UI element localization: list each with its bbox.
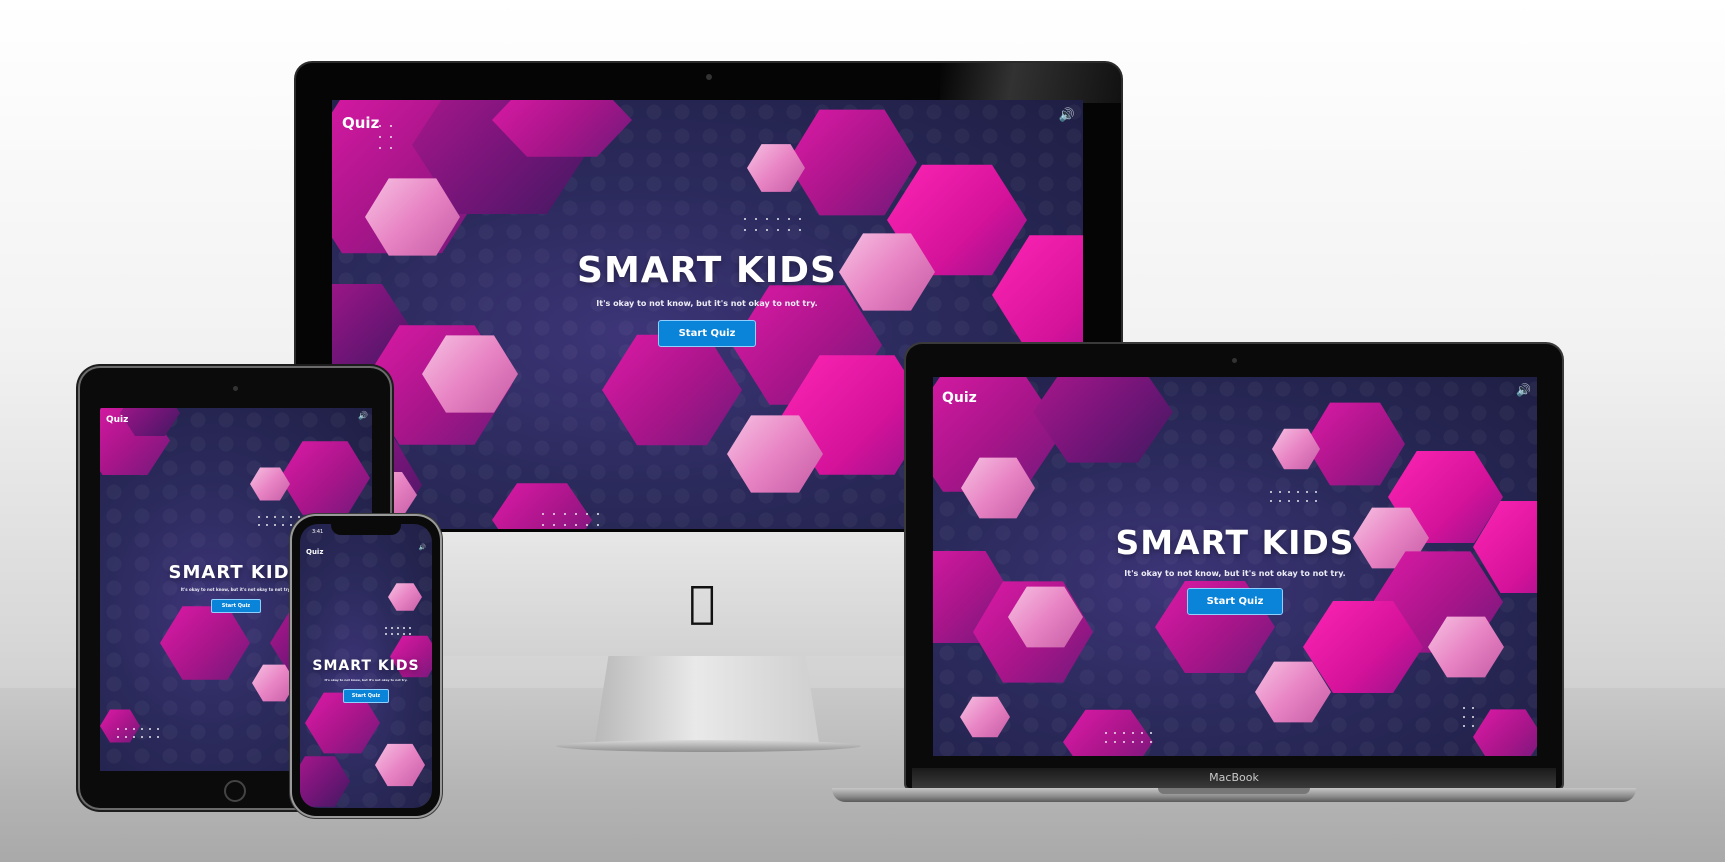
dot-grid: [385, 627, 411, 635]
dot-grid: [258, 516, 300, 526]
macbook-label: MacBook: [912, 768, 1556, 788]
dot-grid: [542, 513, 599, 526]
speaker-icon[interactable]: 🔊: [1516, 383, 1531, 397]
hero-section: SMART KIDS It's okay to not know, but it…: [507, 250, 907, 347]
dot-grid: [379, 125, 392, 149]
apple-logo-icon: : [689, 581, 715, 625]
tagline: It's okay to not know, but it's not okay…: [1124, 569, 1346, 578]
start-quiz-button[interactable]: Start Quiz: [657, 320, 757, 347]
tagline: It's okay to not know, but it's not okay…: [324, 678, 408, 682]
imac-glare: [940, 63, 1121, 103]
ipad-camera: [233, 386, 238, 391]
start-quiz-button[interactable]: Start Quiz: [210, 599, 262, 613]
start-quiz-button[interactable]: Start Quiz: [342, 689, 390, 703]
dot-grid: [744, 218, 801, 231]
dot-grid: [117, 728, 159, 738]
iphone-notch: [331, 523, 401, 535]
brand-logo[interactable]: Quiz: [342, 114, 379, 132]
page-title: SMART KIDS: [312, 658, 420, 674]
page-title: SMART KIDS: [1115, 523, 1355, 562]
status-time: 3:41: [312, 529, 324, 535]
macbook-lip: [1158, 788, 1310, 794]
ipad-home-button: [224, 780, 246, 802]
dot-grid: [1105, 732, 1152, 743]
dot-grid: [1270, 491, 1317, 502]
speaker-icon[interactable]: 🔊: [419, 544, 426, 551]
start-quiz-button[interactable]: Start Quiz: [1186, 588, 1284, 615]
tagline: It's okay to not know, but it's not okay…: [596, 299, 818, 308]
imac-stand-foot: [556, 740, 861, 752]
macbook-screen: Quiz 🔊 SMART KIDS It's okay to not know,…: [933, 377, 1537, 756]
brand-logo[interactable]: Quiz: [306, 548, 323, 556]
iphone-screen: Quiz 🔊 SMART KIDS It's okay to not know,…: [300, 524, 432, 808]
imac-camera: [706, 74, 712, 80]
hero-section: SMART KIDS It's okay to not know, but it…: [1065, 523, 1405, 615]
speaker-icon[interactable]: 🔊: [1059, 108, 1075, 123]
imac-stand-neck: [595, 656, 819, 742]
dot-grid: [1463, 707, 1474, 727]
page-title: SMART KIDS: [577, 250, 837, 291]
brand-logo[interactable]: Quiz: [942, 390, 977, 406]
macbook-camera: [1232, 358, 1237, 363]
speaker-icon[interactable]: 🔊: [358, 411, 368, 420]
hero-section: SMART KIDS It's okay to not know, but it…: [306, 658, 426, 703]
brand-logo[interactable]: Quiz: [106, 415, 128, 425]
